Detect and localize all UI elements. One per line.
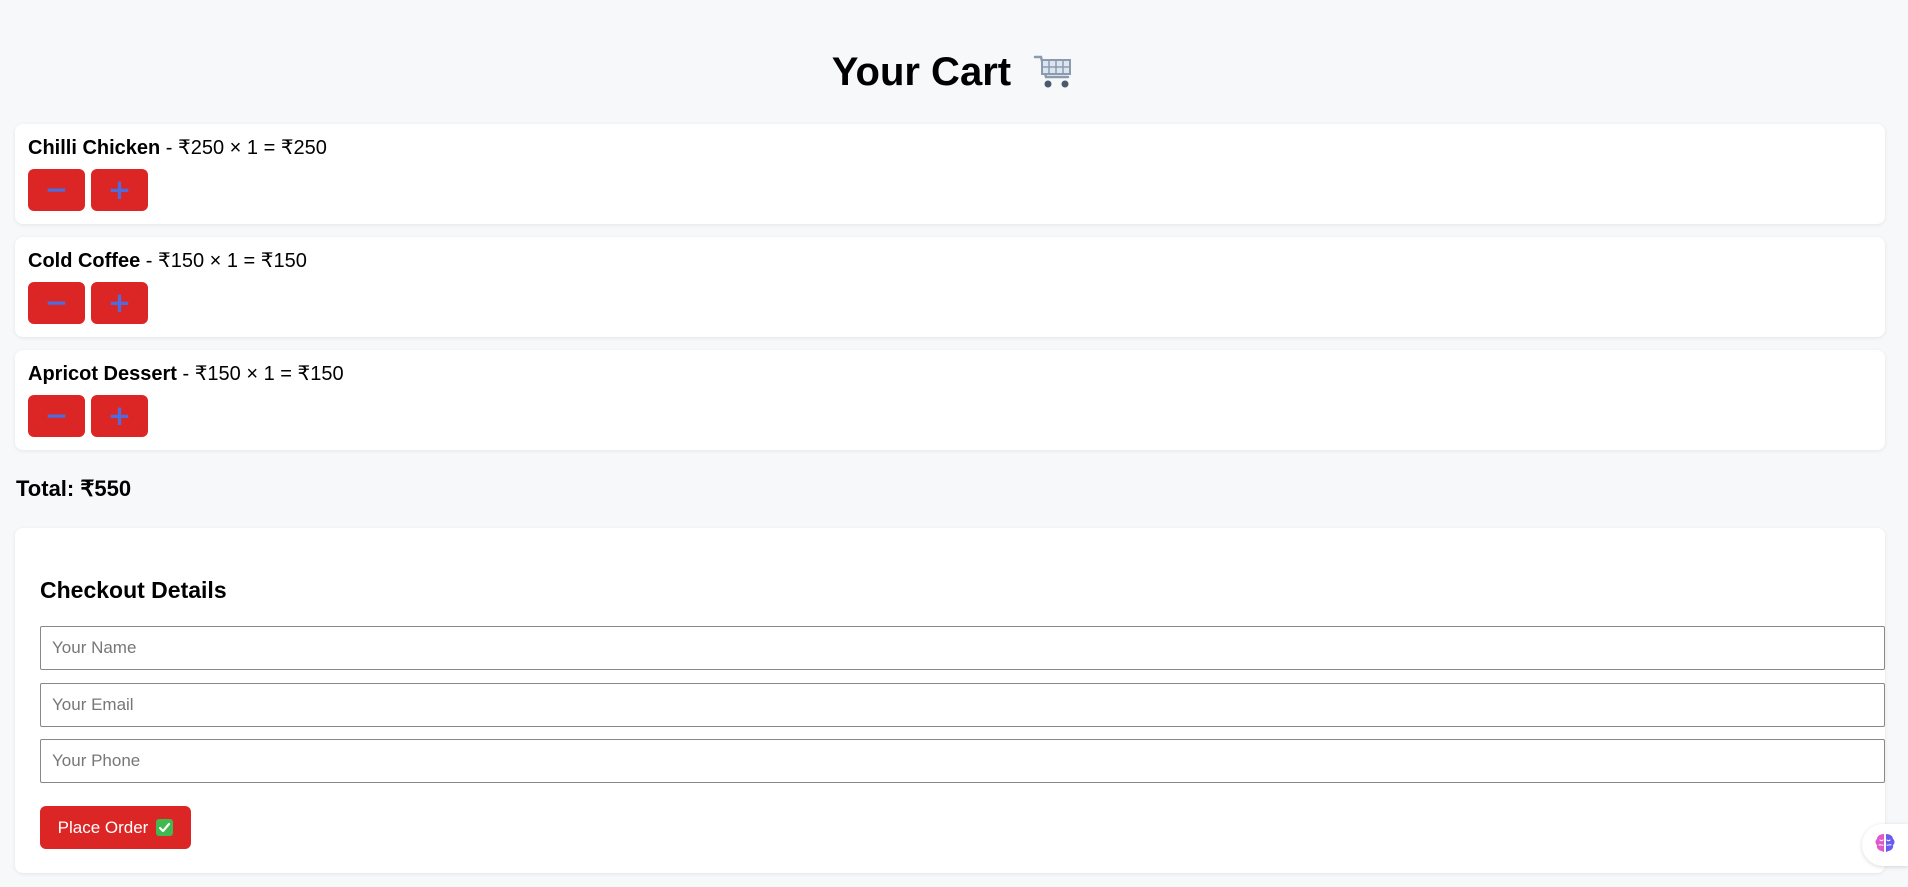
cart-item: Chilli Chicken - ₹250 × 1 = ₹250 − +: [15, 124, 1885, 224]
quantity-controls: − +: [28, 169, 1872, 211]
quantity-controls: − +: [28, 395, 1872, 437]
cart-item-name: Chilli Chicken: [28, 137, 161, 159]
checkout-form: Checkout Details Place Order: [15, 528, 1885, 873]
page-title-text: Your Cart: [831, 50, 1012, 94]
phone-field[interactable]: [40, 739, 1885, 783]
check-mark-icon: [156, 819, 174, 836]
checkout-title: Checkout Details: [40, 577, 227, 603]
page-title: Your Cart: [0, 44, 1908, 106]
decrease-quantity-button[interactable]: −: [28, 282, 85, 324]
increase-quantity-button[interactable]: +: [91, 169, 148, 211]
email-field[interactable]: [40, 683, 1885, 727]
cart-item-line: Chilli Chicken - ₹250 × 1 = ₹250: [28, 135, 1872, 161]
increase-quantity-button[interactable]: +: [91, 282, 148, 324]
decrease-quantity-button[interactable]: −: [28, 395, 85, 437]
cart-item-name: Cold Coffee: [28, 250, 141, 272]
assistant-button[interactable]: [1862, 824, 1908, 866]
cart-item-price-detail: - ₹250 × 1 = ₹250: [160, 137, 327, 159]
quantity-controls: − +: [28, 282, 1872, 324]
brain-icon: [1873, 831, 1897, 860]
shopping-cart-icon: [1032, 50, 1076, 106]
cart-item-price-detail: - ₹150 × 1 = ₹150: [140, 250, 307, 272]
name-field[interactable]: [40, 626, 1885, 670]
cart-item: Cold Coffee - ₹150 × 1 = ₹150 − +: [15, 237, 1885, 337]
decrease-quantity-button[interactable]: −: [28, 169, 85, 211]
place-order-label: Place Order: [57, 817, 149, 837]
place-order-button[interactable]: Place Order: [40, 806, 191, 849]
cart-page: Your Cart Chilli Chicken - ₹250 × 1 = ₹2…: [0, 0, 1908, 887]
cart-item-name: Apricot Dessert: [28, 363, 177, 385]
cart-items-list: Chilli Chicken - ₹250 × 1 = ₹250 − + Col…: [15, 124, 1885, 463]
increase-quantity-button[interactable]: +: [91, 395, 148, 437]
cart-item: Apricot Dessert - ₹150 × 1 = ₹150 − +: [15, 350, 1885, 450]
cart-item-price-detail: - ₹150 × 1 = ₹150: [176, 363, 344, 385]
cart-item-line: Cold Coffee - ₹150 × 1 = ₹150: [28, 248, 1872, 274]
cart-total: Total: ₹550: [16, 476, 132, 501]
cart-item-line: Apricot Dessert - ₹150 × 1 = ₹150: [28, 361, 1872, 387]
